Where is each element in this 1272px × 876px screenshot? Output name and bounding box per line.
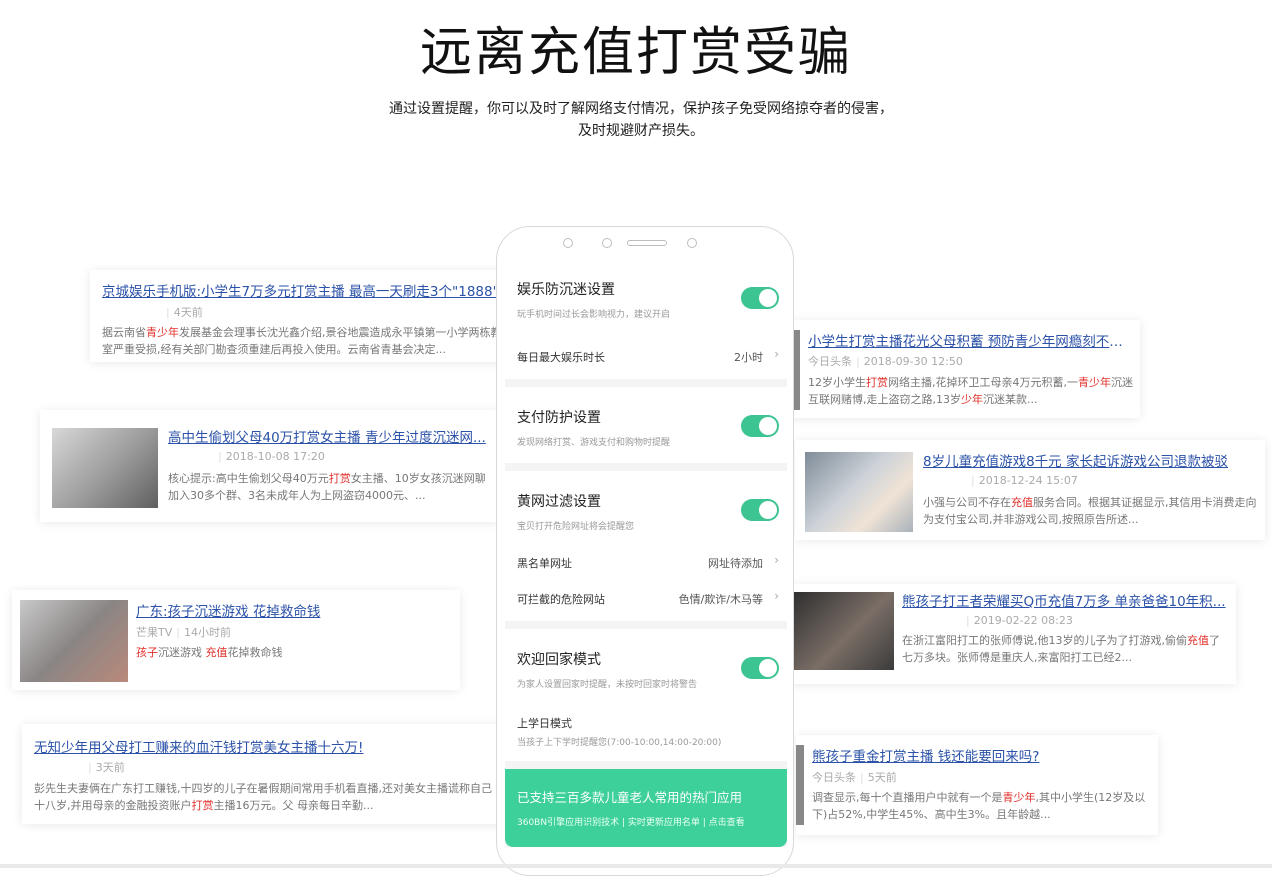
- school-day-label[interactable]: 上学日模式: [517, 715, 572, 731]
- news-body: 在浙江富阳打工的张师傅说,他13岁的儿子为了打游戏,偷偷充值了七万多块。张师傅是…: [902, 634, 1220, 664]
- news-title-link[interactable]: 无知少年用父母打工赚来的血汗钱打赏美女主播十六万!: [34, 736, 494, 756]
- news-card[interactable]: 广东:孩子沉迷游戏 花掉救命钱 芒果TV | 14小时前 孩子沉迷游戏 充值花掉救命…: [12, 590, 460, 690]
- news-meta: 今日头条 | 5天前: [812, 771, 897, 784]
- news-thumbnail: [52, 428, 158, 508]
- news-thumbnail: [794, 592, 894, 670]
- daily-limit-label[interactable]: 每日最大娱乐时长: [517, 349, 605, 365]
- news-card[interactable]: 熊孩子重金打赏主播 钱还能要回来吗? 今日头条 | 5天前 调查显示,每十个直播用户…: [796, 735, 1158, 835]
- camera-dot: [563, 238, 573, 248]
- news-body: 彭先生夫妻俩在广东打工赚钱,十四岁的儿子在暑假期间常用手机看直播,还对美女主播谎…: [34, 782, 492, 812]
- news-time: 14小时前: [183, 626, 231, 639]
- adult-filter-section: 黄网过滤设置 宝贝打开危险网址将会提醒您 黑名单网址 网址待添加 › 可拦截的危…: [505, 471, 787, 621]
- payment-protection-toggle[interactable]: [741, 415, 779, 437]
- news-body: 小强与公司不存在充值服务合同。根据其证据显示,其信用卡消费走向为支付宝公司,并非…: [923, 496, 1257, 526]
- news-meta: | 2018-12-24 15:07: [971, 474, 1078, 487]
- news-thumbnail: [20, 600, 128, 682]
- news-card[interactable]: 熊孩子打王者荣耀买Q币充值7万多 单亲爸爸10年积... | 2019-02-22…: [790, 584, 1236, 684]
- news-card[interactable]: 8岁儿童充值游戏8千元 家长起诉游戏公司退款被驳 | 2018-12-24 15:…: [795, 440, 1265, 540]
- banner-subtitle[interactable]: 360BN引擎应用识别技术 | 实时更新应用名单 | 点击查看: [517, 815, 745, 828]
- news-time: 5天前: [867, 771, 897, 784]
- section-desc: 发现网络打赏、游戏支付和购物时提醒: [517, 438, 671, 448]
- news-title-link[interactable]: 广东:孩子沉迷游戏 花掉救命钱: [136, 600, 446, 620]
- news-meta: 芒果TV | 14小时前: [136, 626, 231, 639]
- welcome-home-toggle[interactable]: [741, 657, 779, 679]
- daily-limit-value[interactable]: 2小时: [734, 349, 763, 365]
- news-source: 今日头条: [812, 771, 856, 784]
- news-body: 调查显示,每十个直播用户中就有一个是青少年,其中小学生(12岁及以下)占52%,…: [812, 791, 1146, 821]
- news-meta: | 2018-10-08 17:20: [218, 450, 325, 463]
- news-time: 2018-09-30 12:50: [863, 355, 963, 368]
- section-title: 支付防护设置: [517, 410, 601, 426]
- news-body: 12岁小学生打赏网络主播,花掉环卫工母亲4万元积蓄,一青少年沉迷互联网赌博,走上…: [808, 376, 1133, 406]
- news-card[interactable]: 京城娱乐手机版:小学生7万多元打赏主播 最高一天刷走3个"1888" | 4天前 …: [90, 270, 510, 362]
- news-body: 核心提示:高中生偷划父母40万元打赏女主播、10岁女孩沉迷网聊加入30多个群、3…: [168, 472, 486, 502]
- news-title-link[interactable]: 熊孩子重金打赏主播 钱还能要回来吗?: [812, 745, 1152, 765]
- blockable-sites-label[interactable]: 可拦截的危险网站: [517, 591, 605, 607]
- news-time: 4天前: [173, 306, 203, 319]
- news-card[interactable]: 无知少年用父母打工赚来的血汗钱打赏美女主播十六万! | 3天前 彭先生夫妻俩在广东…: [22, 724, 506, 824]
- news-thumbnail: [796, 745, 804, 825]
- news-time: 2019-02-22 08:23: [973, 614, 1073, 627]
- bottom-divider: [0, 864, 1272, 868]
- news-card[interactable]: 高中生偷划父母40万打赏女主播 青少年过度沉迷网... | 2018-10-08 …: [40, 410, 500, 522]
- news-time: 3天前: [95, 761, 125, 774]
- page-title: 远离充值打赏受骗: [419, 23, 852, 83]
- anti-addiction-toggle[interactable]: [741, 287, 779, 309]
- page-subtitle: 通过设置提醒，你可以及时了解网络支付情况，保护孩子免受网络掠夺者的侵害，及时规避…: [389, 101, 893, 139]
- news-source: 芒果TV: [136, 626, 173, 639]
- phone-mockup: 娱乐防沉迷设置 玩手机时间过长会影响视力，建议开启 每日最大娱乐时长 2小时 ›…: [496, 226, 794, 876]
- sensor-dot: [687, 238, 697, 248]
- school-day-desc: 当孩子上下学时提醒您(7:00-10:00,14:00-20:00): [517, 738, 722, 748]
- chevron-right-icon[interactable]: ›: [774, 553, 779, 567]
- news-thumbnail: [805, 452, 913, 532]
- news-meta: | 4天前: [166, 306, 203, 319]
- section-title: 黄网过滤设置: [517, 494, 601, 510]
- section-title: 娱乐防沉迷设置: [517, 282, 615, 298]
- banner-title: 已支持三百多款儿童老人常用的热门应用: [517, 790, 743, 805]
- chevron-right-icon[interactable]: ›: [774, 589, 779, 603]
- news-title-link[interactable]: 熊孩子打王者荣耀买Q币充值7万多 单亲爸爸10年积...: [902, 590, 1228, 610]
- section-desc: 为家人设置回家时提醒，未按时回家时将警告: [517, 680, 698, 690]
- news-time: 2018-10-08 17:20: [225, 450, 325, 463]
- news-title-link[interactable]: 小学生打赏主播花光父母积蓄 预防青少年网瘾刻不容缓: [808, 330, 1133, 350]
- news-meta: | 2019-02-22 08:23: [966, 614, 1073, 627]
- news-title-link[interactable]: 8岁儿童充值游戏8千元 家长起诉游戏公司退款被驳: [923, 450, 1258, 470]
- news-body: 据云南省青少年发展基金会理事长沈光鑫介绍,景谷地震造成永平镇第一小学两栋教室严重…: [102, 326, 502, 356]
- news-card[interactable]: 小学生打赏主播花光父母积蓄 预防青少年网瘾刻不容缓 今日头条 | 2018-09-3…: [790, 320, 1140, 418]
- supported-apps-banner[interactable]: 已支持三百多款儿童老人常用的热门应用 360BN引擎应用识别技术 | 实时更新应…: [505, 769, 787, 847]
- news-body: 孩子沉迷游戏 充值花掉救命钱: [136, 646, 283, 659]
- section-desc: 玩手机时间过长会影响视力，建议开启: [517, 310, 671, 320]
- sensor-dot: [602, 238, 612, 248]
- blockable-sites-value[interactable]: 色情/欺诈/木马等: [679, 591, 763, 607]
- news-source: 今日头条: [808, 355, 852, 368]
- welcome-home-section: 欢迎回家模式 为家人设置回家时提醒，未按时回家时将警告 上学日模式 当孩子上下学…: [505, 629, 787, 761]
- news-time: 2018-12-24 15:07: [978, 474, 1078, 487]
- news-title-link[interactable]: 京城娱乐手机版:小学生7万多元打赏主播 最高一天刷走3个"1888": [102, 280, 502, 300]
- phone-screen: 娱乐防沉迷设置 玩手机时间过长会影响视力，建议开启 每日最大娱乐时长 2小时 ›…: [505, 257, 787, 847]
- speaker-slot: [627, 240, 667, 246]
- payment-protection-section: 支付防护设置 发现网络打赏、游戏支付和购物时提醒: [505, 387, 787, 463]
- chevron-right-icon[interactable]: ›: [774, 347, 779, 361]
- news-meta: | 3天前: [88, 761, 125, 774]
- news-meta: 今日头条 | 2018-09-30 12:50: [808, 355, 963, 368]
- section-desc: 宝贝打开危险网址将会提醒您: [517, 522, 635, 532]
- section-title: 欢迎回家模式: [517, 652, 601, 668]
- blacklist-label[interactable]: 黑名单网址: [517, 555, 572, 571]
- news-title-link[interactable]: 高中生偷划父母40万打赏女主播 青少年过度沉迷网...: [168, 426, 493, 446]
- blacklist-value[interactable]: 网址待添加: [708, 555, 763, 571]
- adult-filter-toggle[interactable]: [741, 499, 779, 521]
- anti-addiction-section: 娱乐防沉迷设置 玩手机时间过长会影响视力，建议开启 每日最大娱乐时长 2小时 ›: [505, 257, 787, 379]
